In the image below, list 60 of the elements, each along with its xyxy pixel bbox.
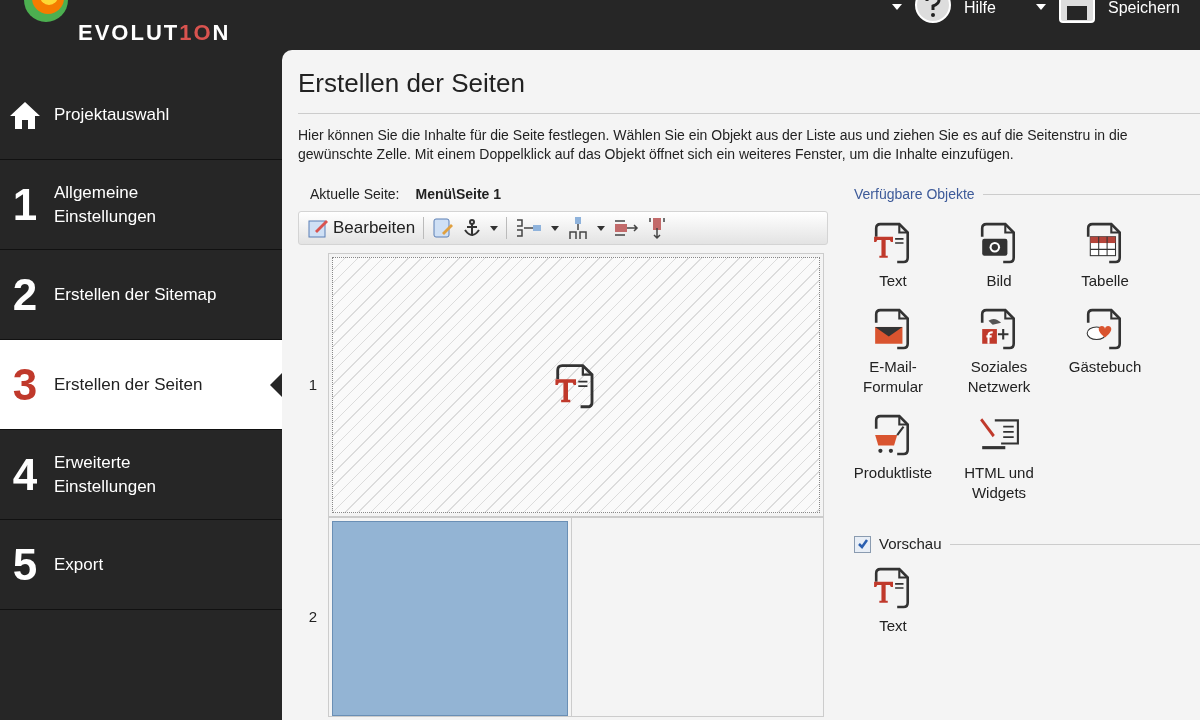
current-page-value: Menü\Seite 1 [415,185,502,204]
preview-checkbox[interactable] [854,535,871,553]
action-label: Speichern [1107,0,1180,16]
sidebar-label: Erstellen der Seiten [54,373,204,396]
object-label: Soziales Netzwerk [967,357,1031,397]
insert-column-icon[interactable] [515,217,544,239]
save-button[interactable]: Speichern [1035,0,1180,24]
caret-icon[interactable] [891,4,902,10]
caret-icon[interactable] [1035,4,1046,10]
section-heading: Verfügbare Objekte [854,185,975,204]
object-tile[interactable]: E-Mail- Formular [840,305,946,397]
object-tile[interactable]: Bild [946,219,1052,291]
object-label: Text [879,615,907,636]
object-tile[interactable]: Text [840,219,946,291]
object-label: Gästebuch [1068,357,1142,377]
merge-right-icon[interactable] [613,218,640,238]
merge-down-icon[interactable] [647,216,668,240]
object-label: E-Mail- Formular [863,357,923,397]
sidebar-item[interactable]: 3 Erstellen der Seiten [0,340,282,430]
object-label: Bild [986,271,1012,291]
sidebar-label: Export [54,553,105,576]
object-label: Text [879,271,907,291]
object-label: HTML und Widgets [964,463,1034,503]
object-label: Produktliste [853,463,933,483]
text-object-cell[interactable] [332,257,820,513]
insert-row-icon[interactable] [567,216,590,240]
preview-label: Vorschau [879,534,942,554]
home-icon [8,99,42,130]
page-title: Erstellen der Seiten [298,64,1200,114]
help-button[interactable]: Hilfe [891,0,996,24]
selected-cell[interactable] [332,521,568,716]
current-page-label: Aktuelle Seite: [310,185,400,204]
caret-icon[interactable] [597,225,606,231]
edit-icon [307,217,329,239]
anchor-icon[interactable] [462,218,483,238]
row-number: 2 [307,606,319,627]
object-tile[interactable]: HTML und Widgets [946,411,1052,503]
step-number: 5 [11,538,39,591]
description-text: Hier können Sie die Inhalte für die Seite festlegen. Wählen Sie ein Objekt aus der Liste aus und ziehen Sie es auf die Seitenstru in die gewünschte Zelle. Mit einem Doppelklick auf das Objekt öffnet sich ein weiteres Fenster, um die Inhalte einzufügen. [298,126,1129,164]
page-edit-icon[interactable] [432,217,455,239]
object-tile[interactable]: Produktliste [840,411,946,503]
edit-button[interactable]: Bearbeiten [307,215,416,241]
sidebar-label: Erweiterte Einstellungen [54,451,158,498]
sidebar-label: Allgemeine Einstellungen [54,181,158,228]
step-number: 2 [11,268,39,321]
object-tile[interactable]: Tabelle [1052,219,1158,291]
logo-text: EVOLUT1ON [78,22,231,44]
sidebar-label: Erstellen der Sitemap [54,283,218,306]
caret-icon[interactable] [551,225,560,231]
step-number: 3 [11,358,39,411]
sidebar-label: Projektauswahl [54,103,171,126]
caret-icon[interactable] [490,225,499,231]
object-tile[interactable]: Text [840,563,946,636]
action-label: Hilfe [963,0,996,16]
step-number: 4 [11,448,39,501]
object-tile[interactable]: Gästebuch [1052,305,1158,397]
step-number: 1 [11,178,39,231]
object-label: Tabelle [1081,271,1129,291]
object-tile[interactable]: Soziales Netzwerk [946,305,1052,397]
row-number: 1 [307,374,319,395]
